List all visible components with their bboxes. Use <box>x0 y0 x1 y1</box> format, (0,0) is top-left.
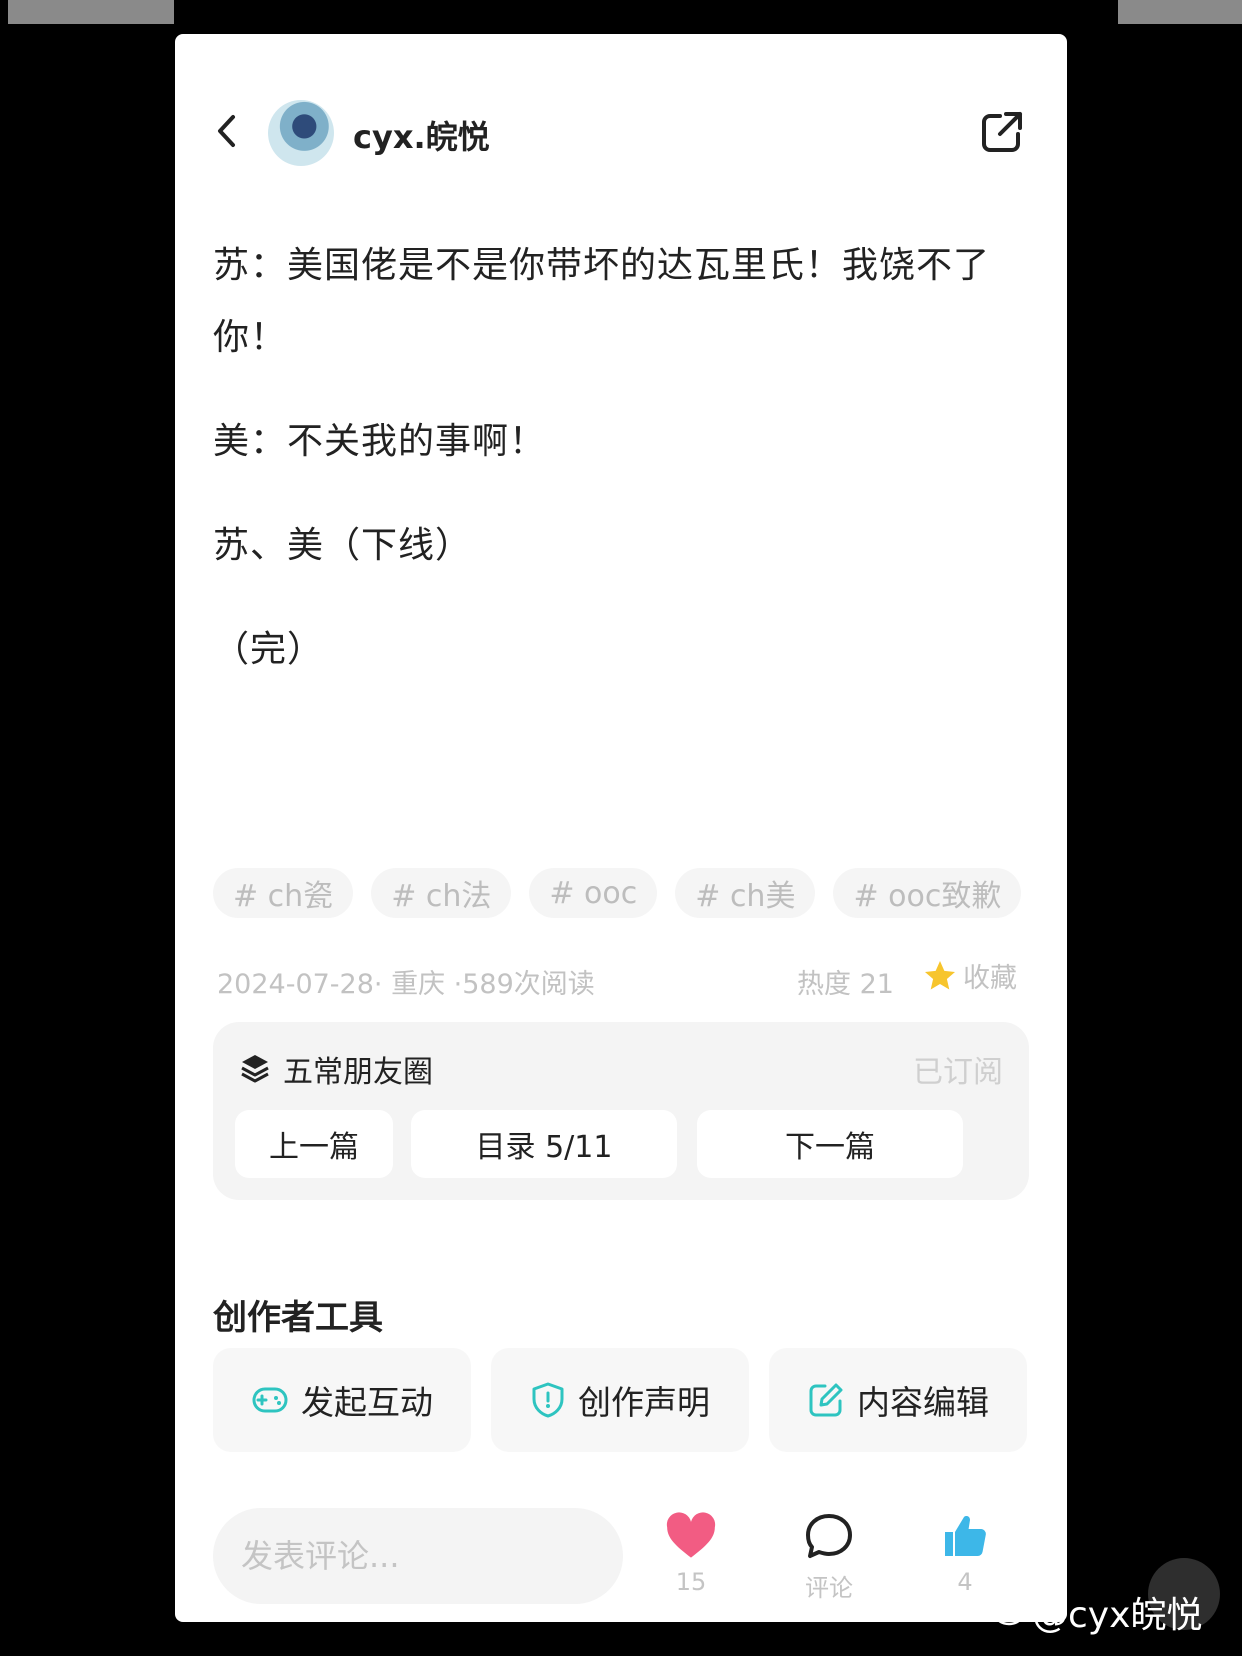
like-count: 15 <box>675 1568 707 1596</box>
favorite-label: 收藏 <box>963 963 1017 994</box>
table-of-contents-button[interactable]: 目录 5/11 <box>411 1110 677 1178</box>
gamepad-icon <box>252 1387 288 1413</box>
watermark-text: @cyx皖悦 <box>1032 1595 1203 1636</box>
comment-label: 评论 <box>805 1574 853 1602</box>
post-paragraph: 美：不关我的事啊！ <box>213 421 547 462</box>
post-paragraph: （完） <box>213 629 325 670</box>
share-button[interactable] <box>980 110 1024 154</box>
like-button[interactable]: 15 <box>651 1512 731 1596</box>
top-left-bar <box>8 0 174 24</box>
star-icon <box>925 960 955 989</box>
collection-card: 五常朋友圈 已订阅 上一篇 目录 5/11 下一篇 <box>213 1022 1029 1200</box>
post-paragraph: 苏、美（下线） <box>213 525 473 566</box>
content-edit-button[interactable]: 内容编辑 <box>769 1348 1027 1452</box>
speech-bubble-icon <box>806 1514 852 1558</box>
creation-statement-button[interactable]: 创作声明 <box>491 1348 749 1452</box>
avatar[interactable] <box>268 100 334 166</box>
phone-screen: cyx.皖悦 苏：美国佬是不是你带坏的达瓦里氏！我饶不了你！ 美：不关我的事啊！… <box>175 34 1067 1622</box>
heat-count: 热度 21 <box>797 969 894 1000</box>
subscribed-status[interactable]: 已订阅 <box>913 1047 1003 1091</box>
author-name[interactable]: cyx.皖悦 <box>353 112 490 158</box>
back-button[interactable] <box>211 115 241 147</box>
collection-title[interactable]: 五常朋友圈 <box>283 1047 433 1091</box>
tool-label: 创作声明 <box>578 1383 710 1422</box>
layers-icon <box>241 1055 269 1083</box>
start-interaction-button[interactable]: 发起互动 <box>213 1348 471 1452</box>
post-meta: 2024-07-28· 重庆 ·589次阅读 <box>217 969 595 1000</box>
thumbs-up-count: 4 <box>957 1568 973 1596</box>
external-share-icon <box>982 112 1022 152</box>
tag-list: # ch瓷 # ch法 # ooc # ch美 # ooc致歉 <box>213 868 1022 918</box>
weibo-logo-icon <box>994 1599 1027 1626</box>
tool-label: 内容编辑 <box>857 1383 989 1422</box>
chevron-left-icon <box>218 115 235 147</box>
post-body: 苏：美国佬是不是你带坏的达瓦里氏！我饶不了你！ 美：不关我的事啊！ 苏、美（下线… <box>213 230 1033 718</box>
thumbs-up-icon <box>945 1516 986 1556</box>
tag-chip[interactable]: # ch美 <box>675 868 816 918</box>
prev-chapter-button[interactable]: 上一篇 <box>235 1110 393 1178</box>
next-chapter-button[interactable]: 下一篇 <box>697 1110 963 1178</box>
comment-input[interactable] <box>213 1508 623 1604</box>
watermark: @cyx皖悦 <box>994 1586 1202 1638</box>
tag-chip[interactable]: # ch瓷 <box>213 868 354 918</box>
comment-button[interactable]: 评论 <box>789 1512 869 1603</box>
favorite-button[interactable]: 收藏 <box>921 956 1017 995</box>
shield-icon <box>532 1382 564 1418</box>
edit-icon <box>809 1383 843 1417</box>
tag-chip[interactable]: # ooc <box>529 868 658 918</box>
tag-chip[interactable]: # ch法 <box>371 868 512 918</box>
tool-label: 发起互动 <box>301 1383 433 1422</box>
creator-tools-title: 创作者工具 <box>213 1298 383 1338</box>
heart-icon <box>666 1512 716 1558</box>
top-right-bar <box>1118 0 1242 24</box>
post-paragraph: 苏：美国佬是不是你带坏的达瓦里氏！我饶不了你！ <box>213 245 991 358</box>
tag-chip[interactable]: # ooc致歉 <box>833 868 1022 918</box>
thumbs-up-button[interactable]: 4 <box>925 1512 1005 1596</box>
